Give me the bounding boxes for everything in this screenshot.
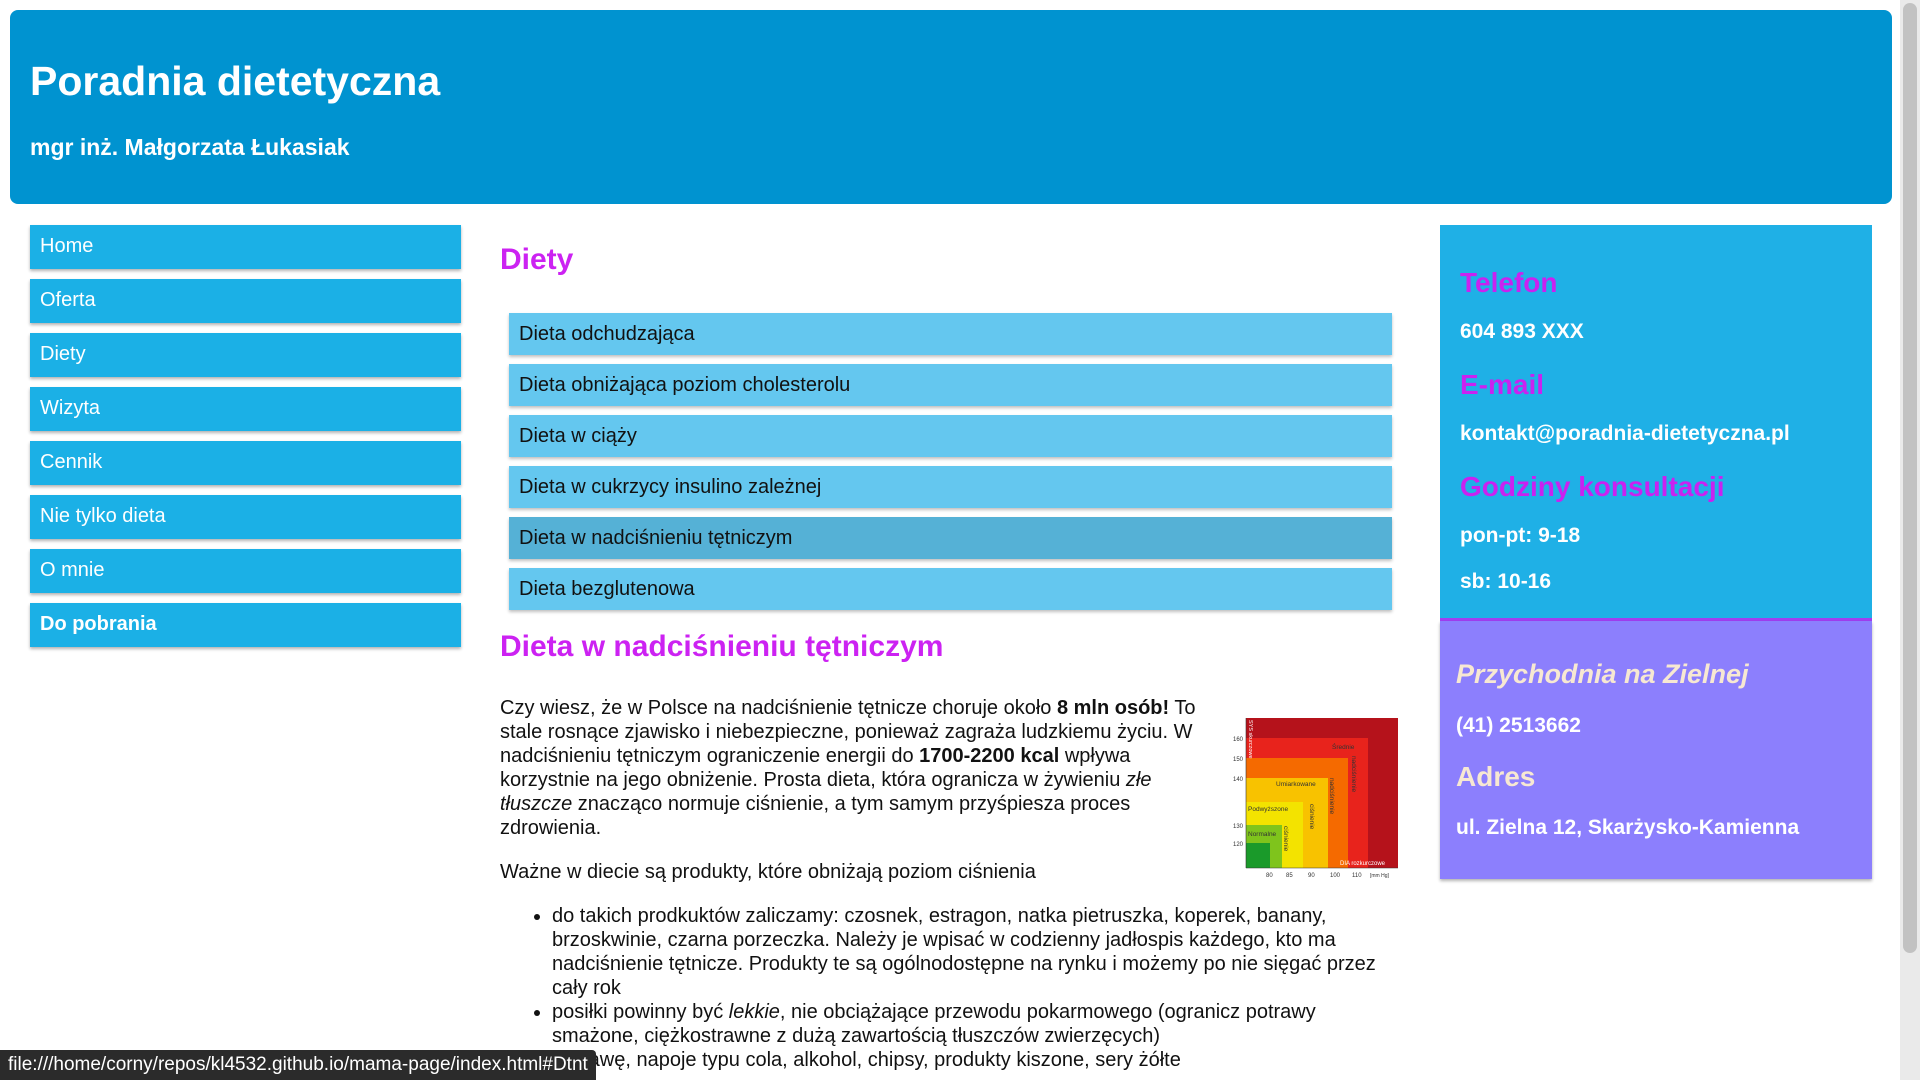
clinic-name: Przychodnia na Zielnej bbox=[1456, 659, 1749, 689]
main-content: Diety Dieta odchudzająca Dieta obniżając… bbox=[500, 240, 1400, 1071]
phone-number[interactable]: 604 893 XXX bbox=[1460, 318, 1584, 346]
diets-heading: Diety bbox=[500, 243, 574, 276]
phone-heading: Telefon bbox=[1460, 267, 1558, 298]
site-header: Poradnia dietetyczna mgr inż. Małgorzata… bbox=[10, 10, 1892, 204]
nav-item-nie-tylko-dieta[interactable]: Nie tylko dieta bbox=[30, 495, 461, 539]
list-item: do takich prodkuktów zaliczamy: czosnek,… bbox=[552, 904, 1400, 1000]
article-list: do takich prodkuktów zaliczamy: czosnek,… bbox=[500, 904, 1400, 1072]
email-heading: E-mail bbox=[1460, 369, 1545, 400]
text-span: Czy wiesz, że w Polsce na nadciśnienie t… bbox=[500, 697, 1057, 719]
list-item: posiłki powinny być lekkie, nie obciążaj… bbox=[552, 1000, 1400, 1048]
diet-item-nadcisnienie[interactable]: Dieta w nadciśnieniu tętniczym bbox=[509, 517, 1392, 559]
nav-item-o-mnie[interactable]: O mnie bbox=[30, 549, 461, 593]
text-span: znacząco normuje ciśnienie, a tym samym … bbox=[500, 793, 1131, 839]
hours-saturday: sb: 10-16 bbox=[1460, 570, 1552, 593]
hours-heading: Godziny konsultacji bbox=[1460, 471, 1725, 502]
nav-item-wizyta[interactable]: Wizyta bbox=[30, 387, 461, 431]
diet-item-odchudzajaca[interactable]: Dieta odchudzająca bbox=[509, 313, 1392, 355]
contact-panel: Telefon 604 893 XXX E-mail kontakt@porad… bbox=[1440, 225, 1872, 621]
text-span: posiłki powinny być bbox=[552, 1001, 729, 1023]
article-paragraph-products: Ważne w diecie są produkty, które obniża… bbox=[500, 861, 1036, 883]
clinic-panel: Przychodnia na Zielnej (41) 2513662 Adre… bbox=[1440, 621, 1872, 879]
email-address[interactable]: kontakt@poradnia-dietetyczna.pl bbox=[1460, 420, 1790, 448]
list-item: ól, kawę, napoje typu cola, alkohol, chi… bbox=[552, 1048, 1400, 1072]
clinic-phone[interactable]: (41) 2513662 bbox=[1456, 714, 1581, 738]
site-subtitle: mgr inż. Małgorzata Łukasiak bbox=[30, 134, 350, 160]
article-title: Dieta w nadciśnieniu tętniczym bbox=[500, 630, 944, 663]
scrollbar-thumb[interactable] bbox=[1903, 3, 1917, 953]
diet-item-cukrzyca[interactable]: Dieta w cukrzycy insulino zależnej bbox=[509, 466, 1392, 508]
highlight-8mln: 8 mln osób! bbox=[1056, 697, 1170, 719]
diet-list: Dieta odchudzająca Dieta obniżająca pozi… bbox=[509, 313, 1392, 619]
nav-item-home[interactable]: Home bbox=[30, 225, 461, 269]
highlight-kcal: 1700-2200 kcal bbox=[919, 745, 1060, 767]
nav-item-oferta[interactable]: Oferta bbox=[30, 279, 461, 323]
hours-weekdays: pon-pt: 9-18 bbox=[1460, 524, 1581, 547]
diet-item-cholesterol[interactable]: Dieta obniżająca poziom cholesterolu bbox=[509, 364, 1392, 406]
emphasis-lekkie: lekkie bbox=[728, 1001, 780, 1023]
site-title[interactable]: Poradnia dietetyczna bbox=[30, 58, 440, 105]
clinic-address: ul. Zielna 12, Skarżysko-Kamienna bbox=[1456, 816, 1800, 839]
address-heading: Adres bbox=[1456, 761, 1536, 792]
nav-item-diety[interactable]: Diety bbox=[30, 333, 461, 377]
nav-item-do-pobrania[interactable]: Do pobrania bbox=[30, 603, 461, 647]
article-paragraph-intro: Czy wiesz, że w Polsce na nadciśnienie t… bbox=[500, 696, 1210, 840]
diet-item-ciaza[interactable]: Dieta w ciąży bbox=[509, 415, 1392, 457]
nav-item-cennik[interactable]: Cennik bbox=[30, 441, 461, 485]
article-body: Czy wiesz, że w Polsce na nadciśnienie t… bbox=[500, 696, 1400, 1072]
status-bar-url: file:///home/corny/repos/kl4532.github.i… bbox=[0, 1050, 596, 1080]
main-nav: Home Oferta Diety Wizyta Cennik Nie tylk… bbox=[30, 225, 461, 657]
diet-item-bezglutenowa[interactable]: Dieta bezglutenowa bbox=[509, 568, 1392, 610]
